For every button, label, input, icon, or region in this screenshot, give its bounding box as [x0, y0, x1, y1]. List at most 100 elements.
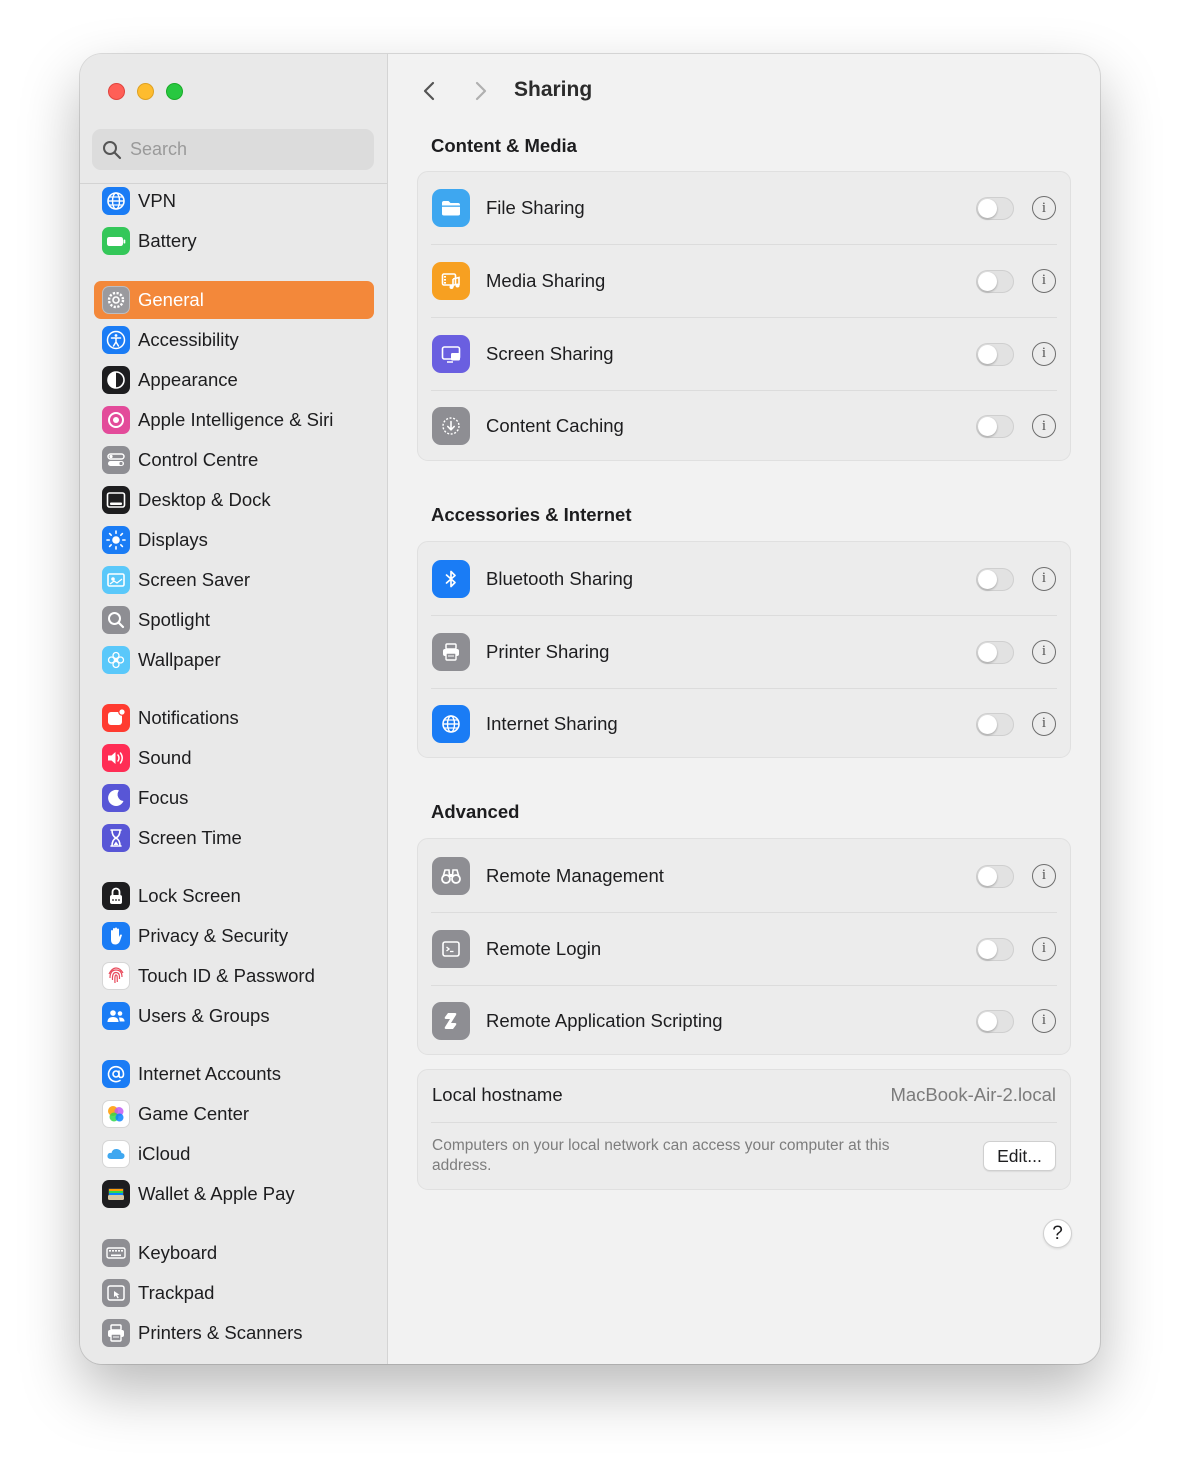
minimize-window-button[interactable]: [137, 83, 154, 100]
sidebar-item-label: Displays: [138, 529, 208, 550]
game-center-icon: [102, 1100, 130, 1128]
section-heading-advanced: Advanced: [431, 801, 520, 822]
wallet-icon: [102, 1180, 130, 1208]
search-input[interactable]: [130, 139, 360, 160]
script-icon: [432, 1001, 470, 1040]
binoculars-icon: [432, 856, 470, 895]
info-icon: i: [1041, 940, 1047, 956]
remote-login-toggle[interactable]: [976, 937, 1014, 961]
info-icon: i: [1041, 715, 1047, 731]
screen-sharing-toggle[interactable]: [976, 342, 1014, 366]
sidebar-item-control-centre[interactable]: Control Centre: [94, 441, 374, 479]
remote-management-toggle[interactable]: [976, 864, 1014, 888]
content-caching-toggle[interactable]: [976, 415, 1014, 438]
sidebar-item-focus[interactable]: Focus: [94, 779, 374, 817]
internet-sharing-toggle[interactable]: [976, 712, 1014, 736]
sidebar-item-label: Lock Screen: [138, 885, 241, 906]
sidebar-item-desktop-dock[interactable]: Desktop & Dock: [94, 481, 374, 519]
sidebar-item-spotlight[interactable]: Spotlight: [94, 601, 374, 639]
sidebar-item-touch-id-password[interactable]: Touch ID & Password: [94, 957, 374, 995]
sidebar-item-wallpaper[interactable]: Wallpaper: [94, 641, 374, 679]
close-window-button[interactable]: [108, 83, 125, 100]
sidebar-item-label: Accessibility: [138, 329, 239, 350]
printer-sharing-info-button[interactable]: i: [1032, 639, 1056, 664]
sidebar-item-vpn[interactable]: VPN: [94, 182, 374, 220]
remote-application-scripting-info-button[interactable]: i: [1032, 1008, 1056, 1033]
sidebar-item-internet-accounts[interactable]: Internet Accounts: [94, 1055, 374, 1093]
forward-button[interactable]: [466, 76, 494, 106]
appearance-icon: [102, 366, 130, 394]
fingerprint-icon: [102, 962, 130, 990]
search-field[interactable]: [92, 129, 374, 170]
hostname-label: Local hostname: [432, 1084, 563, 1105]
sidebar-item-label: Screen Time: [138, 827, 242, 848]
flower-icon: [102, 646, 130, 674]
info-icon: i: [1041, 199, 1047, 216]
magnifier-icon: [102, 606, 130, 634]
sidebar-item-apple-intelligence-siri[interactable]: Apple Intelligence & Siri: [94, 401, 374, 439]
screen-saver-icon: [102, 566, 130, 594]
row-bluetooth-sharing: Bluetooth Sharing i: [418, 542, 1070, 615]
sidebar-item-notifications[interactable]: Notifications: [94, 699, 374, 737]
trackpad-icon: [102, 1279, 130, 1307]
info-icon: i: [1041, 867, 1047, 883]
info-icon: i: [1041, 1012, 1047, 1028]
toggle-knob: [978, 866, 997, 886]
cloud-icon: [102, 1140, 130, 1168]
sidebar-item-trackpad[interactable]: Trackpad: [94, 1274, 374, 1312]
download-icon: [432, 407, 470, 445]
row-label: Remote Login: [486, 937, 602, 959]
sidebar-item-game-center[interactable]: Game Center: [94, 1095, 374, 1133]
sidebar-item-screen-saver[interactable]: Screen Saver: [94, 561, 374, 599]
remote-management-info-button[interactable]: i: [1032, 863, 1056, 888]
sidebar-item-sound[interactable]: Sound: [94, 739, 374, 777]
hand-icon: [102, 922, 130, 950]
help-button[interactable]: ?: [1043, 1219, 1072, 1248]
sidebar-item-accessibility[interactable]: Accessibility: [94, 321, 374, 359]
remote-application-scripting-toggle[interactable]: [976, 1009, 1014, 1033]
sidebar-item-displays[interactable]: Displays: [94, 521, 374, 559]
bluetooth-sharing-info-button[interactable]: i: [1032, 566, 1056, 591]
sidebar-item-label: Control Centre: [138, 449, 259, 470]
bluetooth-icon: [432, 559, 470, 598]
sidebar-item-wallet-apple-pay[interactable]: Wallet & Apple Pay: [94, 1175, 374, 1213]
sidebar-item-label: Notifications: [138, 707, 239, 728]
zoom-window-button[interactable]: [166, 83, 183, 100]
back-button[interactable]: [416, 76, 444, 106]
edit-hostname-button[interactable]: Edit...: [983, 1141, 1056, 1171]
lock-icon: [102, 882, 130, 910]
sidebar-item-privacy-security[interactable]: Privacy & Security: [94, 917, 374, 955]
sidebar-item-printers-scanners[interactable]: Printers & Scanners: [94, 1314, 374, 1352]
group-advanced: Remote Management i Remote Login i Remote Ap…: [417, 838, 1071, 1055]
page-title: Sharing: [514, 78, 593, 101]
row-file-sharing: File Sharing i: [418, 172, 1070, 244]
remote-login-info-button[interactable]: i: [1032, 936, 1056, 961]
search-icon: [103, 140, 122, 159]
screen-sharing-info-button[interactable]: i: [1032, 341, 1056, 366]
chevron-left-icon: [423, 81, 435, 101]
sidebar-item-icloud[interactable]: iCloud: [94, 1135, 374, 1173]
sidebar-item-appearance[interactable]: Appearance: [94, 361, 374, 399]
hourglass-icon: [102, 824, 130, 852]
row-media-sharing: Media Sharing i: [418, 244, 1070, 317]
sidebar-item-battery[interactable]: Battery: [94, 222, 374, 260]
sidebar-item-screen-time[interactable]: Screen Time: [94, 819, 374, 857]
toggle-knob: [978, 199, 997, 218]
internet-sharing-info-button[interactable]: i: [1032, 711, 1056, 736]
window-controls: [108, 83, 183, 100]
media-sharing-toggle[interactable]: [976, 269, 1014, 293]
sidebar-item-lock-screen[interactable]: Lock Screen: [94, 877, 374, 915]
sidebar-item-users-groups[interactable]: Users & Groups: [94, 997, 374, 1035]
sidebar-item-general[interactable]: General: [94, 281, 374, 319]
bluetooth-sharing-toggle[interactable]: [976, 567, 1014, 591]
section-heading-content-media: Content & Media: [431, 135, 577, 156]
file-sharing-toggle[interactable]: [976, 197, 1014, 220]
sidebar-item-keyboard[interactable]: Keyboard: [94, 1234, 374, 1272]
row-label: Remote Management: [486, 864, 664, 886]
sun-icon: [102, 526, 130, 554]
media-sharing-info-button[interactable]: i: [1032, 268, 1056, 293]
printer-sharing-toggle[interactable]: [976, 640, 1014, 664]
content-caching-info-button[interactable]: i: [1032, 414, 1056, 438]
sidebar-item-label: Screen Saver: [138, 569, 251, 590]
file-sharing-info-button[interactable]: i: [1032, 196, 1056, 220]
